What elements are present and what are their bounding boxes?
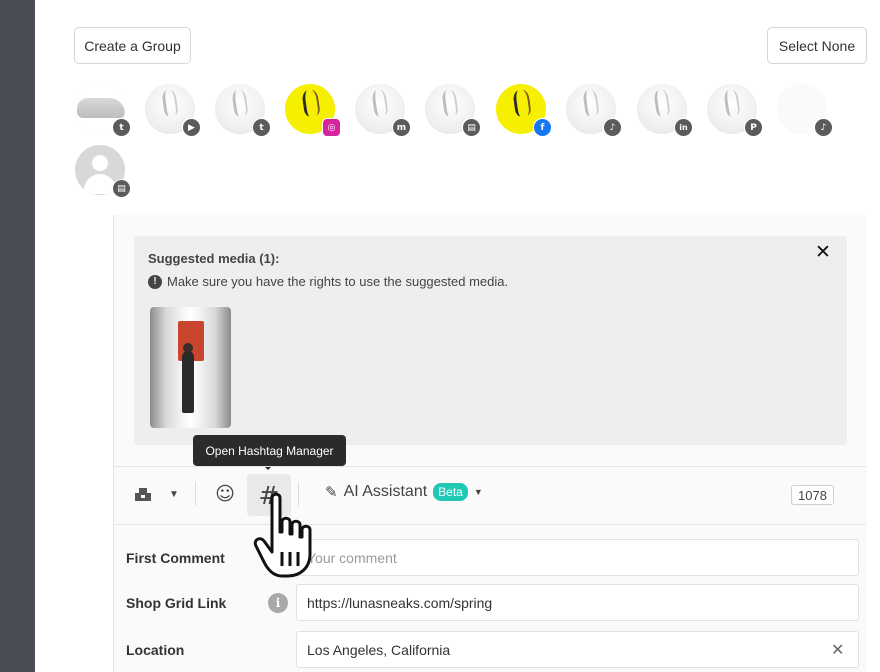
account-avatar-linkedin[interactable]: in xyxy=(637,84,693,137)
account-avatar-tiktok[interactable]: ♪ xyxy=(566,84,622,137)
info-icon[interactable]: i xyxy=(268,593,288,613)
account-avatar-tiktok-2[interactable]: ♪ xyxy=(777,84,833,137)
twitter-icon: t xyxy=(112,118,131,137)
first-comment-input[interactable]: Your comment xyxy=(296,539,859,576)
suggested-media-note: ! Make sure you have the rights to use t… xyxy=(148,274,508,289)
clear-location-icon[interactable]: ✕ xyxy=(831,640,844,659)
hand-cursor-icon xyxy=(253,492,312,578)
account-avatar-twitter[interactable]: t xyxy=(75,84,131,137)
chevron-down-icon: ▼ xyxy=(473,487,483,497)
twitter-icon: t xyxy=(252,118,271,137)
media-library-icon-graphic xyxy=(135,488,151,501)
toolbar-divider-top xyxy=(114,466,866,467)
youtube-icon: ▶ xyxy=(182,118,201,137)
account-avatar-mastodon[interactable]: m xyxy=(355,84,411,137)
tiktok-icon: ♪ xyxy=(814,118,833,137)
alert-icon: ! xyxy=(148,274,162,289)
google-business-icon: ▤ xyxy=(112,179,131,198)
account-avatar-google-business-2[interactable]: ▤ xyxy=(75,145,131,198)
media-library-icon[interactable] xyxy=(131,480,155,508)
location-label: Location xyxy=(126,642,185,658)
account-avatar-pinterest[interactable]: P xyxy=(707,84,763,137)
ai-assistant-label: AI Assistant xyxy=(343,483,428,500)
close-suggested-media-icon[interactable]: ✕ xyxy=(815,241,831,263)
mastodon-icon: m xyxy=(392,118,411,137)
emoji-icon[interactable]: ☺ xyxy=(212,480,238,508)
pinterest-icon: P xyxy=(744,118,763,137)
select-none-button[interactable]: Select None xyxy=(767,27,867,64)
beta-badge: Beta xyxy=(433,483,468,501)
hashtag-manager-tooltip: Open Hashtag Manager xyxy=(193,435,346,466)
account-avatar-instagram[interactable]: ◎ xyxy=(285,84,341,137)
account-avatar-facebook[interactable]: f xyxy=(496,84,552,137)
account-avatar-twitter-2[interactable]: t xyxy=(215,84,271,137)
google-business-icon: ▤ xyxy=(462,118,481,137)
first-comment-label: First Comment xyxy=(126,550,225,566)
account-avatar-google-business[interactable]: ▤ xyxy=(425,84,481,137)
ai-assistant-button[interactable]: ✎ AI Assistant Beta ▼ xyxy=(325,483,483,501)
linkedin-icon: in xyxy=(674,118,693,137)
suggested-media-title: Suggested media (1): xyxy=(148,251,280,266)
instagram-icon: ◎ xyxy=(322,118,341,137)
suggested-media-box xyxy=(134,236,847,445)
suggested-media-note-text: Make sure you have the rights to use the… xyxy=(167,274,509,289)
character-count: 1078 xyxy=(791,485,834,505)
suggested-media-thumbnail[interactable] xyxy=(150,307,231,428)
shop-grid-link-label: Shop Grid Link xyxy=(126,595,227,611)
left-sidebar-edge xyxy=(0,0,35,672)
facebook-icon: f xyxy=(533,118,552,137)
create-group-button[interactable]: Create a Group xyxy=(74,27,191,64)
shop-grid-link-input[interactable]: https://lunasneaks.com/spring xyxy=(296,584,859,621)
account-avatar-youtube[interactable]: ▶ xyxy=(145,84,201,137)
media-dropdown-chevron-icon[interactable]: ▼ xyxy=(166,480,182,508)
tiktok-icon: ♪ xyxy=(603,118,622,137)
toolbar-divider-bottom xyxy=(114,524,866,525)
location-input[interactable]: Los Angeles, California xyxy=(296,631,859,668)
toolbar-separator xyxy=(195,482,196,506)
